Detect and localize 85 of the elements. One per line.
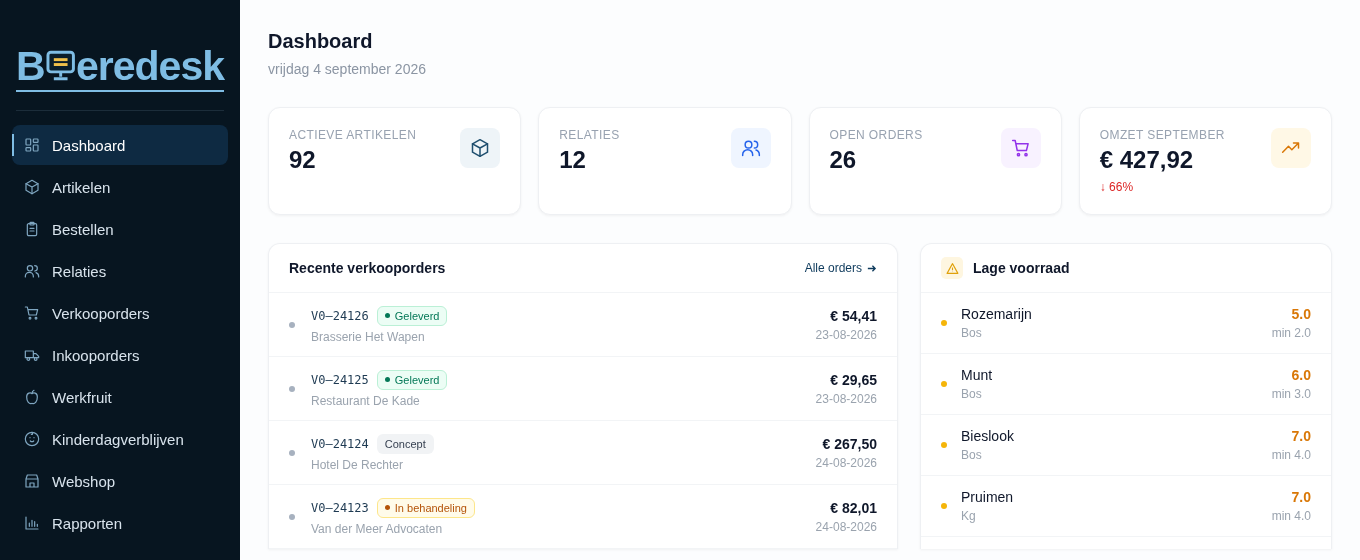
sidebar-item[interactable]: Verkooporders	[12, 293, 228, 333]
sidebar-item[interactable]: Rapporten	[12, 503, 228, 543]
item-unit: Bos	[961, 448, 983, 462]
order-date: 24-08-2026	[815, 519, 877, 534]
stock-minimum: min 4.0	[1271, 509, 1311, 523]
stat-value: 12	[559, 146, 587, 174]
order-amount: € 267,50	[821, 435, 877, 452]
store-icon	[24, 473, 40, 489]
sidebar-item[interactable]: Bestellen	[12, 209, 228, 249]
status-badge: In behandeling	[376, 497, 475, 518]
stock-value: 6.0	[1290, 367, 1311, 383]
item-name: Rozemarijn	[961, 306, 1033, 322]
panel-title: Lage voorraad	[973, 260, 1071, 276]
stock-minimum: min 3.0	[1271, 387, 1311, 401]
bullet-icon	[289, 449, 295, 456]
order-amount: € 54,41	[829, 307, 877, 324]
bullet-icon	[941, 320, 947, 326]
customer-name: Van der Meer Advocaten	[311, 521, 444, 536]
bar-chart-icon	[24, 515, 40, 531]
customer-name: Restaurant De Kade	[311, 393, 421, 408]
status-badge: Geleverd	[376, 305, 448, 326]
monitor-icon	[45, 50, 75, 82]
status-badge: Geleverd	[376, 369, 448, 390]
page-date: vrijdag 4 september 2026	[268, 61, 427, 77]
sidebar-item[interactable]: Werkfruit	[12, 377, 228, 417]
apple-icon	[24, 389, 40, 405]
warning-icon	[941, 257, 963, 279]
item-unit: Kg	[961, 509, 977, 523]
customer-name: Brasserie Het Wapen	[311, 329, 426, 344]
box-icon	[24, 179, 40, 195]
grid-icon	[24, 137, 40, 153]
stat-label: RELATIES	[559, 128, 620, 142]
order-date: 24-08-2026	[815, 455, 877, 470]
clipboard-icon	[24, 221, 40, 237]
cart-icon	[24, 305, 40, 321]
bullet-icon	[289, 513, 295, 520]
order-number: V0–24124	[311, 436, 369, 451]
truck-icon	[24, 347, 40, 363]
users-icon	[24, 263, 40, 279]
box-icon	[470, 138, 491, 158]
sidebar-item[interactable]: Inkooporders	[12, 335, 228, 375]
bullet-icon	[289, 321, 295, 328]
bullet-icon	[941, 381, 947, 387]
stock-minimum: min 4.0	[1271, 448, 1311, 462]
all-orders-link[interactable]: Alle orders	[804, 261, 877, 275]
stock-value: 7.0	[1290, 489, 1311, 505]
page-title: Dashboard	[268, 30, 374, 53]
bullet-icon	[941, 503, 947, 509]
face-icon	[24, 431, 40, 447]
sidebar-item[interactable]: Kinderdagverblijven	[12, 419, 228, 459]
item-name: Munt	[961, 367, 994, 383]
sidebar-item[interactable]: Webshop	[12, 461, 228, 501]
stat-label: OPEN ORDERS	[829, 128, 923, 142]
logo-text: B	[16, 44, 45, 88]
order-date: 23-08-2026	[815, 327, 877, 342]
stat-value: € 427,92	[1099, 146, 1195, 174]
panel-title: Recente verkooporders	[289, 260, 447, 276]
stat-value: 92	[289, 146, 317, 174]
sidebar-item[interactable]: Artikelen	[12, 167, 228, 207]
item-unit: Bos	[961, 326, 983, 340]
stock-minimum: min 2.0	[1271, 326, 1311, 340]
item-unit: Bos	[961, 387, 983, 401]
bullet-icon	[289, 385, 295, 392]
item-name: Pruimen	[961, 489, 1015, 505]
order-number: V0–24125	[311, 372, 369, 387]
stat-change: ↓ 66%	[1099, 180, 1135, 194]
cart-icon	[1010, 138, 1031, 158]
order-number: V0–24123	[311, 500, 369, 515]
stock-value: 7.0	[1290, 428, 1311, 444]
logo-text: eredesk	[76, 44, 224, 88]
stat-label: ACTIEVE ARTIKELEN	[289, 128, 417, 142]
sidebar-item[interactable]: Relaties	[12, 251, 228, 291]
stat-value: 26	[829, 146, 858, 174]
bullet-icon	[941, 442, 947, 448]
item-name: Bieslook	[961, 428, 1015, 444]
stat-label: OMZET SEPTEMBER	[1099, 128, 1225, 142]
order-amount: € 82,01	[829, 499, 877, 516]
status-badge: Concept	[376, 433, 434, 454]
order-date: 23-08-2026	[815, 391, 877, 406]
stock-value: 5.0	[1290, 306, 1311, 322]
customer-name: Hotel De Rechter	[311, 457, 405, 472]
users-icon	[740, 138, 761, 158]
sidebar-item[interactable]: Dashboard	[12, 125, 228, 165]
order-amount: € 29,65	[829, 371, 877, 388]
order-number: V0–24126	[311, 308, 369, 323]
